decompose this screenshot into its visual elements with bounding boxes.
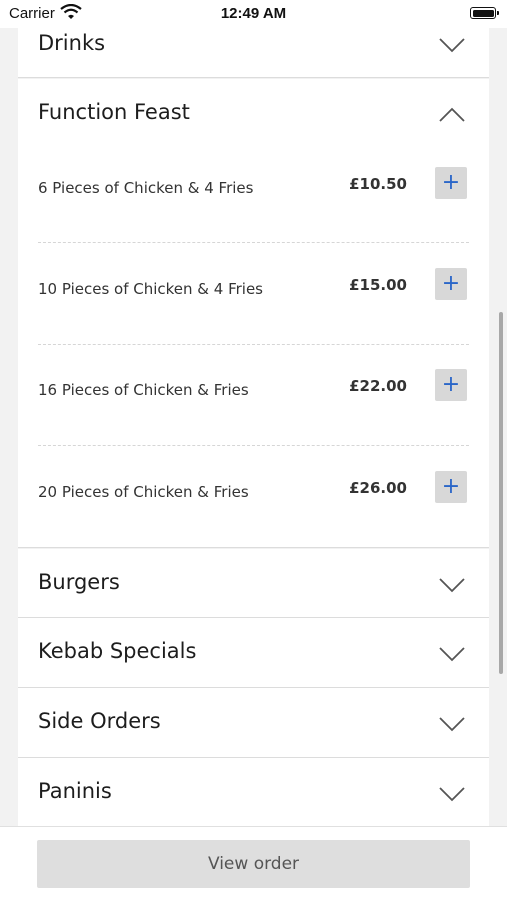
section-kebab-specials[interactable]: Kebab Specials xyxy=(18,618,489,688)
status-bar: Carrier 12:49 AM xyxy=(0,0,507,28)
menu-item-name: 10 Pieces of Chicken & 4 Fries xyxy=(38,280,263,298)
view-order-button[interactable]: View order xyxy=(37,840,470,888)
divider xyxy=(38,344,469,345)
menu-item-name: 6 Pieces of Chicken & 4 Fries xyxy=(38,179,254,197)
chevron-up-icon[interactable] xyxy=(438,107,466,123)
menu-item-price: £22.00 xyxy=(349,377,407,395)
clock: 12:49 AM xyxy=(220,5,287,22)
section-title: Drinks xyxy=(38,31,106,55)
scrollbar[interactable] xyxy=(499,312,503,674)
chevron-down-icon[interactable] xyxy=(438,786,466,802)
divider xyxy=(38,242,469,243)
menu-list: Drinks Function Feast 6 Pieces of Chicke… xyxy=(0,0,507,826)
section-side-orders[interactable]: Side Orders xyxy=(18,688,489,758)
section-burgers[interactable]: Burgers xyxy=(18,549,489,618)
chevron-down-icon[interactable] xyxy=(438,716,466,732)
section-title: Paninis xyxy=(38,779,112,803)
add-item-button[interactable]: + xyxy=(435,167,467,199)
menu-item-name: 20 Pieces of Chicken & Fries xyxy=(38,483,249,501)
chevron-down-icon[interactable] xyxy=(438,646,466,662)
section-title: Burgers xyxy=(38,570,120,594)
add-item-button[interactable]: + xyxy=(435,268,467,300)
add-item-button[interactable]: + xyxy=(435,471,467,503)
menu-item-price: £26.00 xyxy=(349,479,407,497)
battery-icon xyxy=(470,7,499,19)
section-paninis[interactable]: Paninis xyxy=(18,758,489,826)
menu-item-name: 16 Pieces of Chicken & Fries xyxy=(38,381,249,399)
section-title: Function Feast xyxy=(38,100,190,124)
divider xyxy=(38,445,469,446)
menu-item-price: £15.00 xyxy=(349,276,407,294)
chevron-down-icon[interactable] xyxy=(438,37,466,53)
menu-item-price: £10.50 xyxy=(349,175,407,193)
bottom-bar: View order xyxy=(0,826,507,900)
section-title: Side Orders xyxy=(38,709,161,733)
section-title: Kebab Specials xyxy=(38,639,197,663)
chevron-down-icon[interactable] xyxy=(438,577,466,593)
add-item-button[interactable]: + xyxy=(435,369,467,401)
section-function-feast: Function Feast 6 Pieces of Chicken & 4 F… xyxy=(18,79,489,548)
